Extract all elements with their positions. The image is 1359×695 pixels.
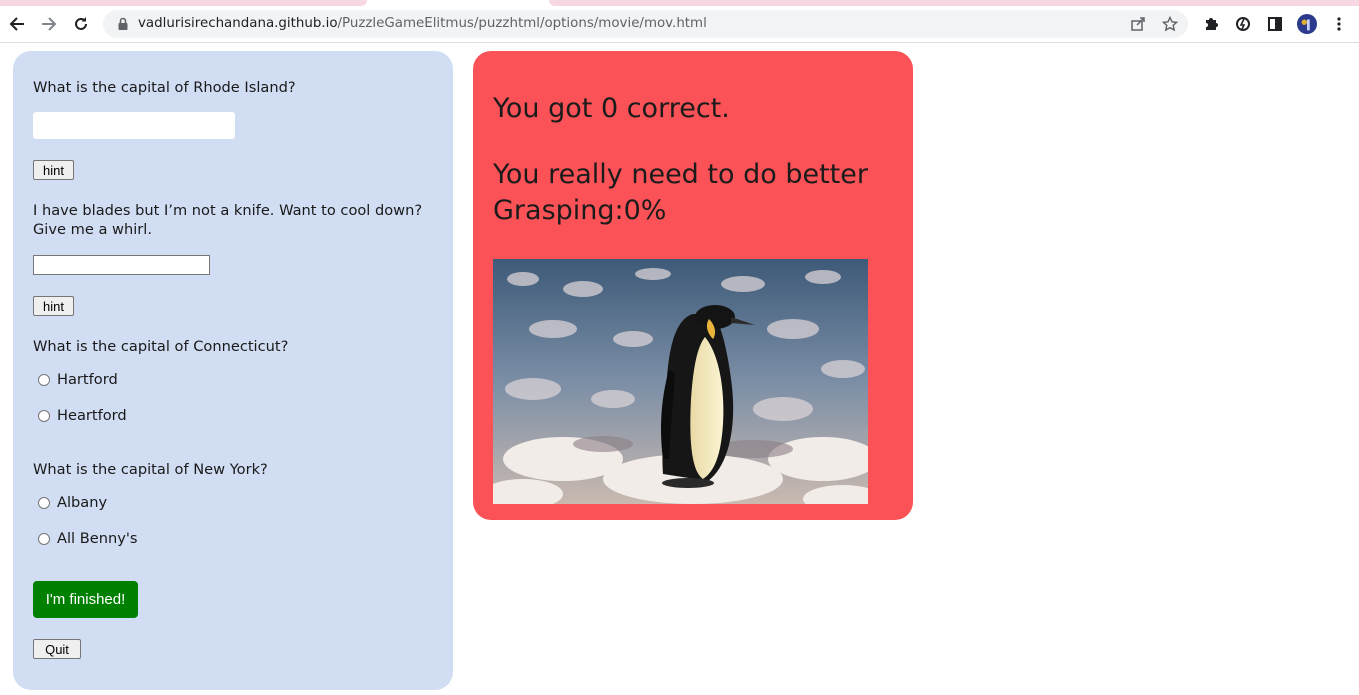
answer-1-input[interactable] <box>33 112 235 139</box>
question-2: I have blades but I’m not a knife. Want … <box>33 202 423 238</box>
reload-button[interactable] <box>67 10 95 38</box>
radio-button[interactable] <box>38 496 50 509</box>
radio-option-albany[interactable]: Albany <box>38 494 107 511</box>
question-1: What is the capital of Rhode Island? <box>33 79 296 96</box>
lock-icon <box>118 17 128 30</box>
radio-option-heartford[interactable]: Heartford <box>38 407 127 424</box>
answer-2-input[interactable] <box>33 255 210 275</box>
question-3: What is the capital of Connecticut? <box>33 338 289 355</box>
arrow-left-icon <box>9 17 24 31</box>
hint-2-button[interactable]: hint <box>33 296 74 316</box>
radio-button[interactable] <box>38 373 50 386</box>
share-icon[interactable] <box>1128 14 1148 34</box>
browser-toolbar: vadlurisirechandana.github.io/PuzzleGame… <box>0 6 1359 43</box>
extensions-puzzle-icon[interactable] <box>1201 14 1221 34</box>
grasping-percentage: Grasping:0% <box>493 195 667 226</box>
quiz-panel: What is the capital of Rhode Island? hin… <box>13 51 453 690</box>
quit-button[interactable]: Quit <box>33 639 81 659</box>
result-panel: You got 0 correct. You really need to do… <box>473 51 913 520</box>
url-path: /PuzzleGameElitmus/puzzhtml/options/movi… <box>337 16 707 31</box>
reload-icon <box>75 17 87 30</box>
profile-avatar[interactable] <box>1297 14 1317 34</box>
address-bar[interactable]: vadlurisirechandana.github.io/PuzzleGame… <box>103 10 1188 38</box>
menu-kebab-icon[interactable] <box>1329 14 1349 34</box>
radio-button[interactable] <box>38 532 50 545</box>
url-host: vadlurisirechandana.github.io <box>138 16 338 31</box>
penguin-image <box>493 259 868 504</box>
feedback-message: You really need to do better <box>493 159 868 190</box>
url-text: vadlurisirechandana.github.io/PuzzleGame… <box>138 16 707 31</box>
radio-label: All Benny's <box>57 530 138 547</box>
radio-label: Hartford <box>57 371 118 388</box>
back-button[interactable] <box>3 10 31 38</box>
bookmark-star-icon[interactable] <box>1160 14 1180 34</box>
hint-1-button[interactable]: hint <box>33 160 74 180</box>
radio-option-all-bennys[interactable]: All Benny's <box>38 530 137 547</box>
radio-option-hartford[interactable]: Hartford <box>38 371 118 388</box>
extension-icon[interactable] <box>1233 14 1253 34</box>
question-4: What is the capital of New York? <box>33 461 268 478</box>
arrow-right-icon <box>42 17 57 31</box>
forward-button[interactable] <box>35 10 63 38</box>
radio-button[interactable] <box>38 409 50 422</box>
side-panel-icon[interactable] <box>1265 14 1285 34</box>
radio-label: Albany <box>57 494 108 511</box>
finish-button[interactable]: I'm finished! <box>33 581 138 618</box>
score-text: You got 0 correct. <box>493 93 730 124</box>
radio-label: Heartford <box>57 407 127 424</box>
